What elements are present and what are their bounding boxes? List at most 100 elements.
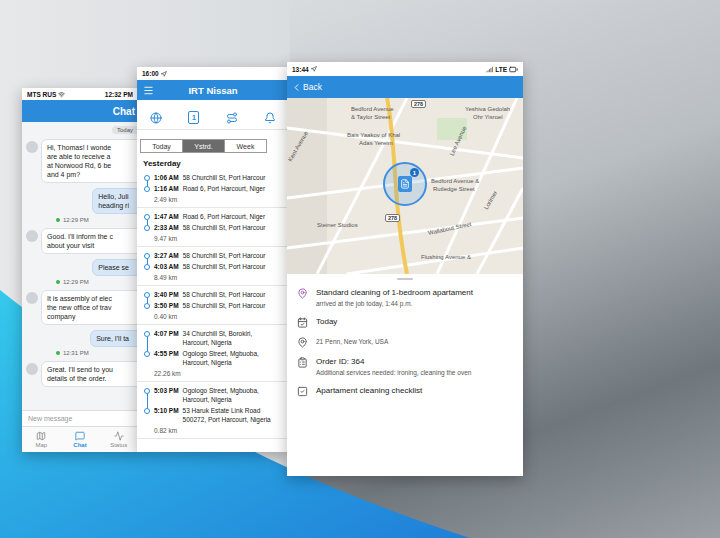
detail-title: Standard cleaning of 1-bedroom apartamen… bbox=[316, 288, 473, 298]
map-label: Rutledge Street bbox=[433, 186, 475, 193]
period-segment[interactable]: Week bbox=[224, 139, 267, 153]
status-icon bbox=[114, 431, 124, 441]
map-label: Wallabout Street bbox=[428, 221, 473, 237]
timeline bbox=[144, 212, 150, 221]
calendar-button[interactable]: 1 bbox=[188, 111, 199, 124]
message-time: 12:29 PM bbox=[26, 279, 134, 285]
tab-item[interactable]: Chat bbox=[61, 427, 100, 452]
detail-icon-box bbox=[297, 288, 308, 299]
trip-list: 1:06 AM 58 Churchill St, Port Harcour 1:16… bbox=[137, 169, 289, 452]
handle-bar bbox=[397, 278, 413, 280]
job-pin-icon bbox=[297, 288, 308, 299]
address-line: 58 Churchill St, Port Harcour bbox=[183, 262, 266, 271]
clock: 16:00 bbox=[142, 70, 167, 77]
sheet-handle[interactable] bbox=[287, 274, 523, 284]
route-icon[interactable] bbox=[226, 112, 238, 124]
message-bubble: It is assembly of electhe new office of … bbox=[41, 290, 138, 325]
stop-time: 5:03 PM bbox=[154, 386, 179, 404]
timeline-dot bbox=[144, 351, 150, 357]
bell-icon[interactable] bbox=[264, 112, 276, 124]
timeline bbox=[144, 290, 150, 299]
trip-item[interactable]: 3:40 PM58 Churchill St, Port Harcour3:50… bbox=[137, 286, 289, 325]
clock: 12:32 PM bbox=[105, 91, 133, 98]
timeline bbox=[144, 301, 150, 310]
order-pin: 1 bbox=[398, 176, 412, 192]
tab-bar: MapChatStatus bbox=[22, 426, 138, 452]
trip-stop: 3:27 AM58 Churchill St, Port Harcour bbox=[144, 251, 287, 260]
message-line: and 4 pm? bbox=[47, 170, 131, 179]
map[interactable]: Bedford Avenue& Taylor StreetYeshiva Ged… bbox=[287, 98, 523, 274]
stop-address: Road 6, Port Harcourt, Niger bbox=[183, 212, 265, 221]
timeline-line bbox=[147, 270, 148, 276]
message-input[interactable]: New message bbox=[22, 410, 138, 426]
stop-time: 3:40 PM bbox=[154, 290, 179, 299]
address-line: Ogologo Street, Mgbuoba, bbox=[183, 386, 259, 395]
location-arrow-icon bbox=[311, 66, 317, 72]
message-row: Please se bbox=[26, 259, 134, 276]
timeline-line bbox=[147, 394, 148, 409]
stop-time: 1:06 AM bbox=[154, 173, 179, 182]
message-line: It is assembly of elec bbox=[47, 294, 131, 303]
stop-time: 4:55 PM bbox=[154, 349, 179, 367]
trip-distance: 0.82 km bbox=[144, 426, 287, 435]
timeline bbox=[144, 173, 150, 182]
menu-icon bbox=[143, 85, 154, 96]
address-line: 58 Churchill St, Port Harcour bbox=[183, 290, 266, 299]
stop-address: 58 Churchill St, Port Harcour bbox=[183, 290, 266, 299]
address-line: Ogologo Street, Mgbuoba, bbox=[183, 349, 259, 358]
clipboard-icon bbox=[297, 357, 308, 368]
message-row: Sure, I'll ta bbox=[26, 330, 134, 347]
network-type: LTE bbox=[495, 66, 507, 73]
status-indicators: LTE bbox=[486, 65, 518, 74]
trip-stop: 4:07 PM34 Churchill St, Borokiri,Harcour… bbox=[144, 329, 287, 347]
menu-button[interactable] bbox=[137, 85, 159, 96]
time-text: 12:31 PM bbox=[63, 350, 89, 356]
date-badge: Today bbox=[112, 126, 138, 134]
trip-item[interactable]: 1:47 AMRoad 6, Port Harcourt, Niger2:33 … bbox=[137, 208, 289, 247]
battery-icon bbox=[509, 65, 518, 74]
trip-item[interactable]: 4:07 PM34 Churchill St, Borokiri,Harcour… bbox=[137, 325, 289, 382]
stop-time: 1:16 AM bbox=[154, 184, 179, 193]
timeline-dot bbox=[144, 225, 150, 231]
period-segment[interactable]: Today bbox=[140, 139, 183, 153]
stop-address: Ogologo Street, Mgbuoba,Harcourt, Nigeri… bbox=[183, 386, 259, 404]
trip-item[interactable]: 3:27 AM58 Churchill St, Port Harcour 4:03… bbox=[137, 247, 289, 286]
period-selector: TodayYstrd.Week bbox=[137, 130, 289, 157]
trip-item[interactable]: 5:03 PMOgologo Street, Mgbuoba,Harcourt,… bbox=[137, 382, 289, 439]
avatar bbox=[26, 230, 38, 242]
message-bubble: Please se bbox=[92, 259, 138, 276]
status-bar: 13:44LTE bbox=[287, 62, 523, 76]
map-icon bbox=[36, 431, 46, 441]
tab-item[interactable]: Status bbox=[99, 427, 138, 452]
address-line: 34 Churchill St, Borokiri, bbox=[183, 329, 253, 338]
message-line: are able to receive a bbox=[47, 152, 131, 161]
carrier: MTS RUS bbox=[27, 91, 65, 98]
stop-time: 2:33 AM bbox=[154, 223, 179, 232]
map-label: Bedford Avenue & bbox=[431, 178, 479, 185]
back-label: Back bbox=[303, 82, 322, 92]
timeline-dot bbox=[144, 303, 150, 309]
timeline-line bbox=[147, 192, 148, 198]
trip-item[interactable]: 1:06 AM58 Churchill St, Port Harcour1:16… bbox=[137, 169, 289, 208]
message-bubble: Good. I'll inform the cabout your visit bbox=[41, 228, 138, 254]
address-line: Road 6, Port Harcourt, Niger bbox=[183, 184, 265, 193]
period-segment[interactable]: Ystrd. bbox=[182, 139, 225, 153]
detail-icon-box bbox=[297, 337, 308, 348]
trip-stop: 5:10 PM53 Haruk Estate Link Road500272, … bbox=[144, 406, 287, 424]
message-bubble: Hello, Juliheading ri bbox=[92, 188, 138, 214]
trip-stop: 4:03 AM58 Churchill St, Port Harcour bbox=[144, 262, 287, 271]
message-line: Good. I'll inform the c bbox=[47, 232, 131, 241]
trip-stop: 2:33 AM58 Churchill St, Port Harcour bbox=[144, 223, 287, 232]
back-button[interactable]: Back bbox=[287, 82, 322, 93]
trip-distance: 0.40 km bbox=[144, 312, 287, 321]
detail-text: 21 Penn, New York, USA bbox=[316, 337, 388, 347]
chat-header: Chat bbox=[22, 100, 138, 122]
detail-row[interactable]: Apartament cleaning checklist bbox=[297, 386, 513, 397]
order-marker[interactable]: 1 bbox=[383, 162, 427, 206]
timeline-line bbox=[147, 414, 148, 429]
globe-icon[interactable] bbox=[150, 112, 162, 124]
trip-stop: 4:55 PMOgologo Street, Mgbuoba,Harcourt,… bbox=[144, 349, 287, 367]
highway-shield: 278 bbox=[411, 100, 426, 108]
trip-distance: 9.47 km bbox=[144, 234, 287, 243]
tab-item[interactable]: Map bbox=[22, 427, 61, 452]
